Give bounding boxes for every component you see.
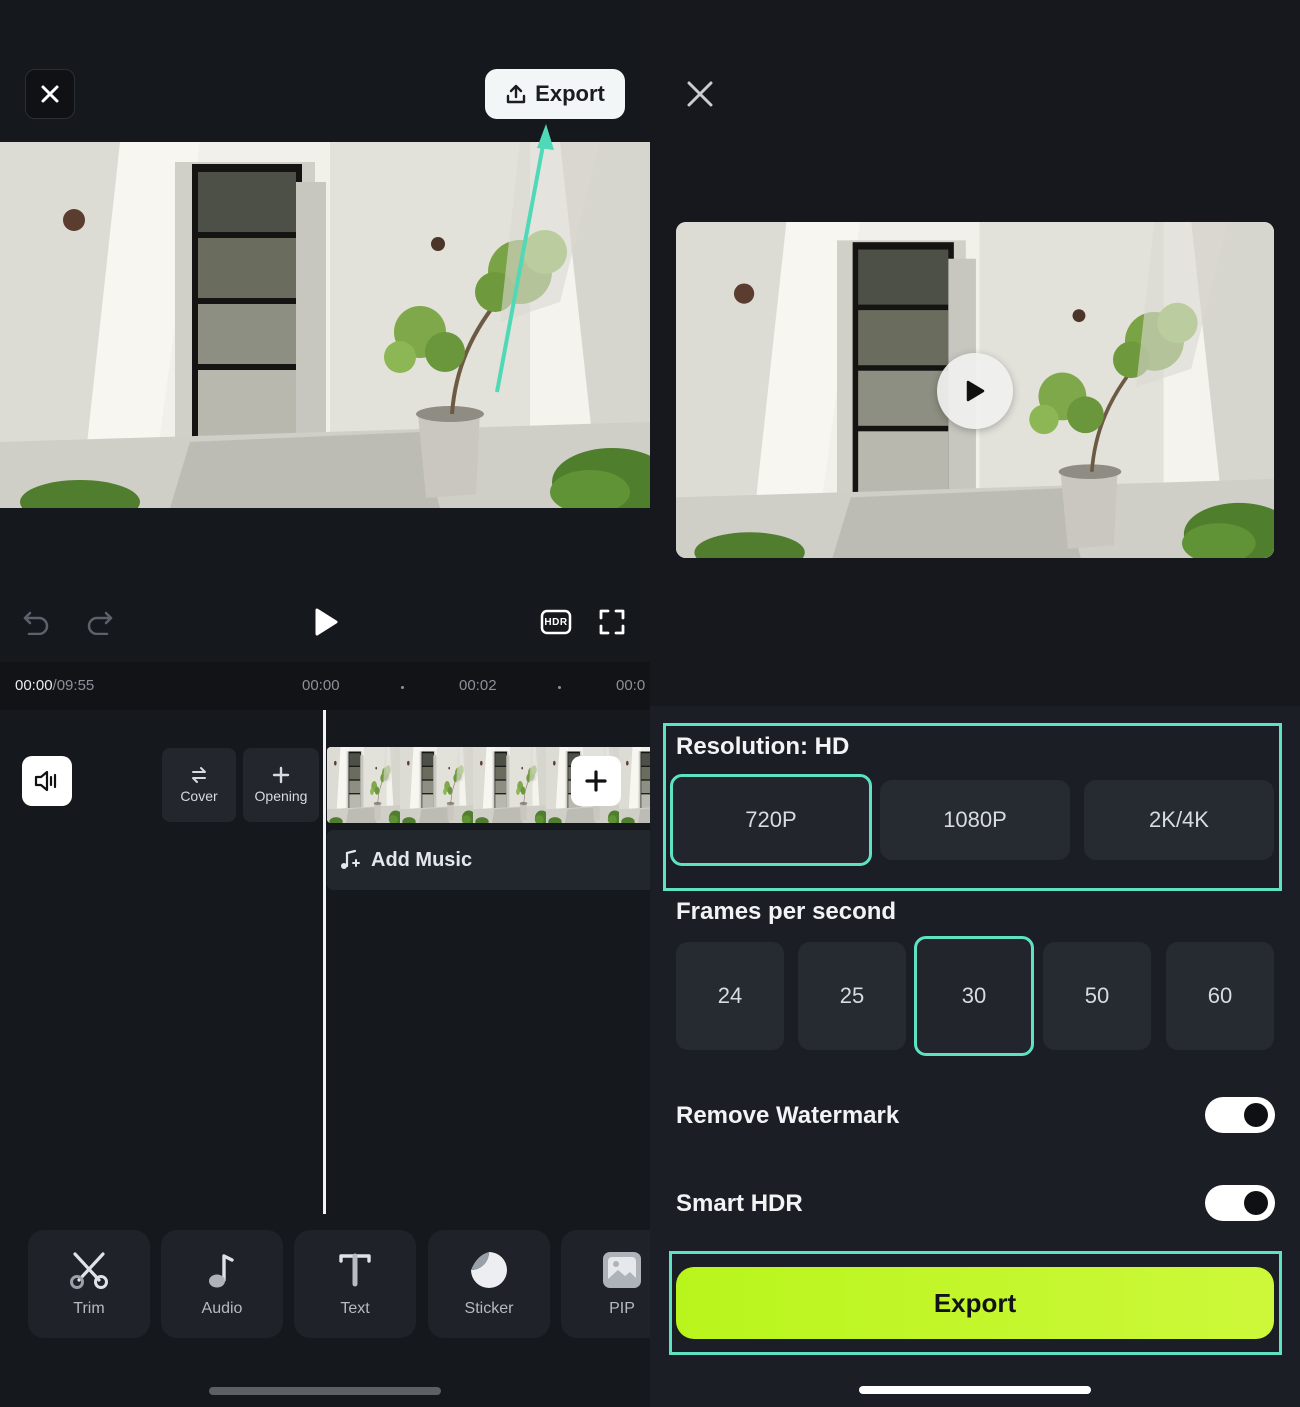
opening-button[interactable]: Opening xyxy=(243,748,319,822)
music-note-icon xyxy=(209,1254,234,1288)
fps-option-50[interactable]: 50 xyxy=(1043,942,1151,1050)
close-button[interactable] xyxy=(680,76,720,112)
fps-option-25[interactable]: 25 xyxy=(798,942,906,1050)
play-icon xyxy=(315,608,338,636)
home-indicator xyxy=(209,1387,441,1395)
speaker-icon xyxy=(34,770,57,792)
swap-icon xyxy=(192,767,206,783)
resolution-option-720p[interactable]: 720P xyxy=(670,774,872,866)
fps-label: Frames per second xyxy=(676,898,897,925)
add-music-label: Add Music xyxy=(371,848,473,871)
fullscreen-button[interactable] xyxy=(592,604,632,640)
tool-text[interactable]: Text xyxy=(294,1230,416,1338)
mute-button[interactable] xyxy=(22,756,72,806)
hdr-label: HDR xyxy=(544,616,568,628)
close-icon xyxy=(41,85,59,103)
toggle-knob xyxy=(1244,1103,1268,1127)
text-icon xyxy=(339,1253,371,1287)
plus-icon xyxy=(272,766,290,784)
resolution-option-1080p[interactable]: 1080P xyxy=(880,780,1070,860)
ruler-tick-label: 00:02 xyxy=(459,677,497,694)
play-icon xyxy=(966,380,985,402)
timecode: 00:00/09:55 xyxy=(15,677,94,694)
export-button[interactable]: Export xyxy=(676,1267,1274,1339)
tool-pip[interactable]: PIP xyxy=(561,1230,650,1338)
play-button[interactable] xyxy=(306,602,346,642)
fps-option-60[interactable]: 60 xyxy=(1166,942,1274,1050)
redo-icon xyxy=(87,611,113,635)
export-button-label: Export xyxy=(535,81,605,106)
add-music-button[interactable]: Add Music xyxy=(327,830,650,890)
opening-label: Opening xyxy=(254,788,308,804)
screenshot-root: Export HDR 00:00/09:55 00:00 00:02 00:0 … xyxy=(0,0,1300,1407)
playhead[interactable] xyxy=(323,710,326,1214)
smart-hdr-toggle[interactable] xyxy=(1205,1185,1275,1221)
fps-option-30[interactable]: 30 xyxy=(914,936,1034,1056)
ruler-tick-label: 00:0 xyxy=(616,677,646,694)
undo-button[interactable] xyxy=(16,604,56,640)
remove-watermark-toggle[interactable] xyxy=(1205,1097,1275,1133)
export-button[interactable]: Export xyxy=(485,69,625,119)
cover-label: Cover xyxy=(180,788,218,804)
cover-button[interactable]: Cover xyxy=(162,748,236,822)
scissors-icon xyxy=(70,1252,108,1289)
resolution-label: Resolution: HD xyxy=(676,733,850,760)
tool-label: Trim xyxy=(73,1300,105,1317)
tool-sticker[interactable]: Sticker xyxy=(428,1230,550,1338)
fullscreen-icon xyxy=(599,609,625,635)
plus-icon xyxy=(585,770,607,792)
editor-screen: Export HDR 00:00/09:55 00:00 00:02 00:0 … xyxy=(0,0,650,1407)
video-preview[interactable] xyxy=(0,142,650,508)
total-time: /09:55 xyxy=(52,677,95,694)
hdr-button[interactable]: HDR xyxy=(536,604,576,640)
close-icon xyxy=(687,81,713,107)
ruler-dot xyxy=(401,686,404,689)
pip-icon xyxy=(603,1252,641,1288)
upload-icon xyxy=(506,84,526,104)
ruler-dot xyxy=(558,686,561,689)
tool-trim[interactable]: Trim xyxy=(28,1230,150,1338)
close-button[interactable] xyxy=(25,69,75,119)
music-add-icon xyxy=(341,849,360,869)
add-clip-button[interactable] xyxy=(571,756,621,806)
tool-label: Audio xyxy=(201,1300,243,1317)
toggle-knob xyxy=(1244,1191,1268,1215)
sticker-icon xyxy=(471,1252,507,1288)
undo-icon xyxy=(23,611,49,635)
tool-label: PIP xyxy=(609,1300,635,1317)
smart-hdr-label: Smart HDR xyxy=(676,1190,803,1217)
preview-play-button[interactable] xyxy=(937,353,1013,429)
tool-label: Text xyxy=(340,1300,370,1317)
remove-watermark-label: Remove Watermark xyxy=(676,1102,900,1129)
home-indicator xyxy=(859,1386,1091,1394)
tool-audio[interactable]: Audio xyxy=(161,1230,283,1338)
redo-button[interactable] xyxy=(80,604,120,640)
ruler-tick-label: 00:00 xyxy=(302,677,340,694)
tool-label: Sticker xyxy=(464,1300,514,1317)
export-settings-screen: Resolution: HD 720P 1080P 2K/4K Frames p… xyxy=(650,0,1300,1407)
current-time: 00:00 xyxy=(15,677,53,694)
resolution-option-2k4k[interactable]: 2K/4K xyxy=(1084,780,1274,860)
fps-option-24[interactable]: 24 xyxy=(676,942,784,1050)
